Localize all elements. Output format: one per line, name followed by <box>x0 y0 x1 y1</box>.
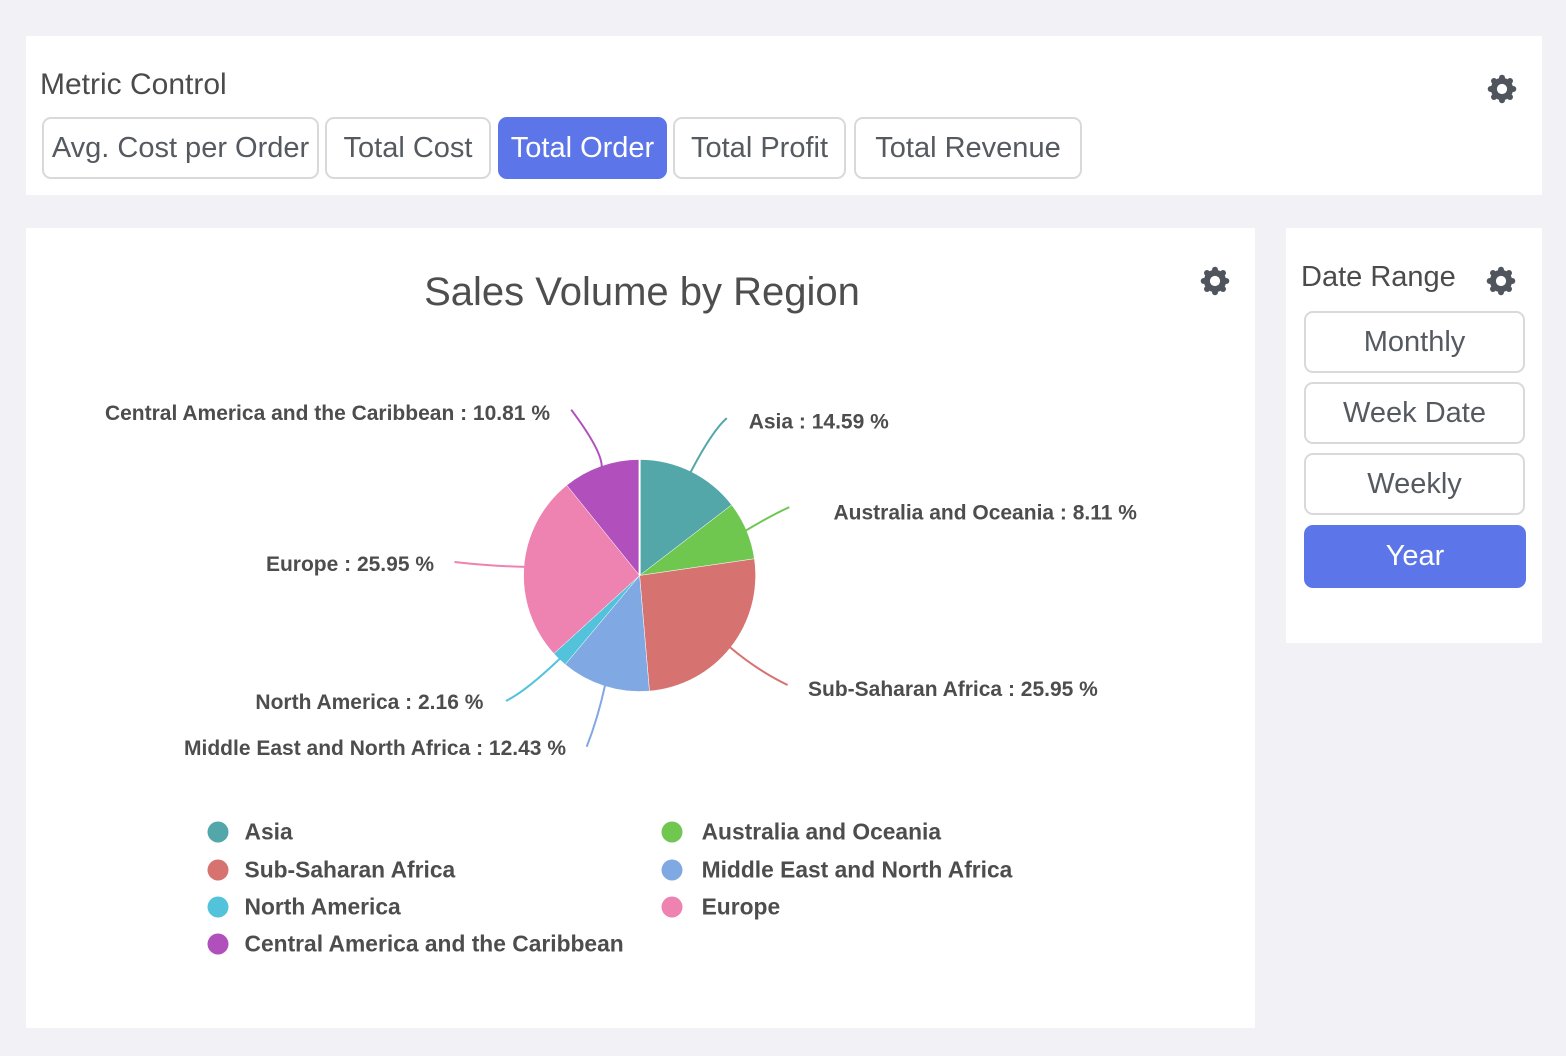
svg-text:Middle East and North Africa :: Middle East and North Africa : 12.43 % <box>184 737 566 760</box>
svg-text:Sub-Saharan Africa: Sub-Saharan Africa <box>245 857 456 883</box>
svg-text:Europe : 25.95 %: Europe : 25.95 % <box>266 553 434 576</box>
svg-text:Asia: Asia <box>245 819 293 845</box>
svg-text:Middle East and North Africa: Middle East and North Africa <box>702 857 1013 883</box>
svg-text:North America : 2.16 %: North America : 2.16 % <box>255 691 483 714</box>
svg-text:North America: North America <box>245 894 402 920</box>
svg-text:Sub-Saharan Africa : 25.95 %: Sub-Saharan Africa : 25.95 % <box>808 678 1098 701</box>
svg-text:Central America and the Caribb: Central America and the Caribbean <box>245 931 624 957</box>
svg-text:Australia and Oceania: Australia and Oceania <box>702 819 942 845</box>
svg-text:Europe: Europe <box>702 894 781 920</box>
svg-text:Central America and the Caribb: Central America and the Caribbean : 10.8… <box>105 402 550 425</box>
svg-text:Asia : 14.59 %: Asia : 14.59 % <box>749 411 889 434</box>
svg-text:Sales Volume by Region: Sales Volume by Region <box>424 270 860 314</box>
svg-text:Australia and Oceania : 8.11 %: Australia and Oceania : 8.11 % <box>834 502 1138 525</box>
